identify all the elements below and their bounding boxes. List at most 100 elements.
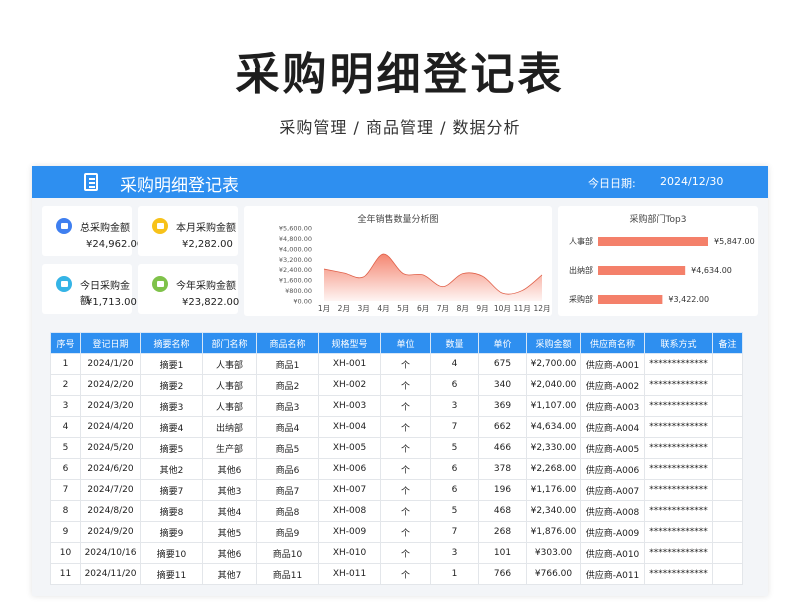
table-cell: XH-004 (318, 416, 381, 438)
table-cell: 1 (50, 353, 81, 375)
table-row: 11 2024/11/20 摘要11 其他7 商品11 XH-011 个 1 766 ¥766.0… (50, 563, 743, 585)
table-cell: 供应商-A004 (580, 416, 645, 438)
column-header: 备注 (712, 332, 743, 354)
table-cell: ¥1,876.00 (526, 521, 581, 543)
table-cell: 摘要4 (140, 416, 203, 438)
table-cell (712, 395, 743, 417)
table-cell: 5 (430, 437, 479, 459)
table-cell: 8 (50, 500, 81, 522)
table-cell: XH-009 (318, 521, 381, 543)
table-cell: 供应商-A005 (580, 437, 645, 459)
table-cell: 6 (50, 458, 81, 480)
bar-value-label: ¥4,634.00 (691, 266, 732, 275)
table-cell: 2024/10/16 (80, 542, 141, 564)
y-tick-label: ¥0.00 (293, 298, 312, 306)
table-cell: 2024/9/20 (80, 521, 141, 543)
y-tick-label: ¥1,600.00 (279, 277, 312, 285)
table-cell: 个 (380, 458, 431, 480)
table-cell: XH-010 (318, 542, 381, 564)
x-tick-label: 7月 (437, 304, 449, 313)
table-cell: 摘要10 (140, 542, 203, 564)
column-header: 登记日期 (80, 332, 141, 354)
kpi-card-month: 本月采购金额 ¥2,282.00 (138, 206, 238, 256)
table-cell: 商品2 (256, 374, 319, 396)
table-cell (712, 458, 743, 480)
table-cell: 766 (478, 563, 527, 585)
bar-chart-title: 采购部门Top3 (629, 215, 687, 225)
table-cell: ************* (644, 353, 713, 375)
top-bar: 采购明细登记表 今日日期: 2024/12/30 (32, 166, 768, 198)
x-tick-label: 2月 (338, 304, 350, 313)
table-cell: 个 (380, 353, 431, 375)
table-cell (712, 437, 743, 459)
table-cell: 其他5 (202, 521, 257, 543)
area-chart-title: 全年销售数量分析图 (357, 215, 439, 225)
table-cell: 供应商-A003 (580, 395, 645, 417)
table-cell (712, 563, 743, 585)
table-cell (712, 479, 743, 501)
table-row: 8 2024/8/20 摘要8 其他4 商品8 XH-008 个 5 468 ¥2,340.00 供… (50, 500, 743, 522)
x-tick-label: 4月 (377, 304, 389, 313)
document-icon (84, 173, 98, 191)
table-cell: 供应商-A011 (580, 563, 645, 585)
bar (598, 266, 686, 275)
table-cell: 个 (380, 374, 431, 396)
column-header: 采购金额 (526, 332, 581, 354)
table-cell: 商品8 (256, 500, 319, 522)
table-cell: XH-011 (318, 563, 381, 585)
table-cell: ¥2,268.00 (526, 458, 581, 480)
table-cell: 9 (50, 521, 81, 543)
table-cell: 生产部 (202, 437, 257, 459)
table-cell (712, 353, 743, 375)
bar-category-label: 采购部 (569, 294, 593, 304)
bar-category-label: 人事部 (569, 236, 593, 246)
table-cell: 商品7 (256, 479, 319, 501)
x-tick-label: 6月 (417, 304, 429, 313)
table-cell: 其他3 (202, 479, 257, 501)
table-cell: ************* (644, 500, 713, 522)
table-cell: 其他7 (202, 563, 257, 585)
table-cell: 2024/8/20 (80, 500, 141, 522)
dept-bar-chart: 采购部门Top3 人事部 ¥5,847.00 出纳部 ¥4,634.00 采购部 ¥3,4… (558, 206, 758, 316)
table-cell: 供应商-A001 (580, 353, 645, 375)
y-tick-label: ¥5,600.00 (279, 225, 312, 233)
date-value: 2024/12/30 (660, 175, 724, 188)
table-cell: 供应商-A006 (580, 458, 645, 480)
column-header: 序号 (50, 332, 81, 354)
column-header: 规格型号 (318, 332, 381, 354)
column-header: 供应商名称 (580, 332, 645, 354)
table-cell: 个 (380, 542, 431, 564)
table-row: 7 2024/7/20 摘要7 其他3 商品7 XH-007 个 6 196 ¥1,176.00 供… (50, 479, 743, 501)
table-cell: 商品1 (256, 353, 319, 375)
table-cell: ************* (644, 563, 713, 585)
table-cell: XH-002 (318, 374, 381, 396)
x-tick-label: 8月 (457, 304, 469, 313)
kpi-value: ¥2,282.00 (182, 239, 233, 250)
table-cell: 369 (478, 395, 527, 417)
table-cell: ************* (644, 395, 713, 417)
table-cell: ¥766.00 (526, 563, 581, 585)
table-cell: 个 (380, 500, 431, 522)
table-cell: 出纳部 (202, 416, 257, 438)
table-cell: 4 (430, 353, 479, 375)
table-cell: 摘要2 (140, 374, 203, 396)
table-cell: 196 (478, 479, 527, 501)
table-cell: 个 (380, 479, 431, 501)
column-header: 单价 (478, 332, 527, 354)
table-cell: 商品6 (256, 458, 319, 480)
table-cell: XH-005 (318, 437, 381, 459)
table-row: 3 2024/3/20 摘要3 人事部 商品3 XH-003 个 3 369 ¥1,107.00 供… (50, 395, 743, 417)
table-cell: 1 (430, 563, 479, 585)
column-header: 摘要名称 (140, 332, 203, 354)
table-cell: XH-001 (318, 353, 381, 375)
table-cell: 其他2 (140, 458, 203, 480)
table-cell: 个 (380, 416, 431, 438)
table-cell: ************* (644, 521, 713, 543)
table-cell: 378 (478, 458, 527, 480)
table-cell (712, 542, 743, 564)
table-cell: 7 (50, 479, 81, 501)
table-cell: 摘要8 (140, 500, 203, 522)
column-header: 部门名称 (202, 332, 257, 354)
table-cell: ************* (644, 542, 713, 564)
table-cell: 468 (478, 500, 527, 522)
